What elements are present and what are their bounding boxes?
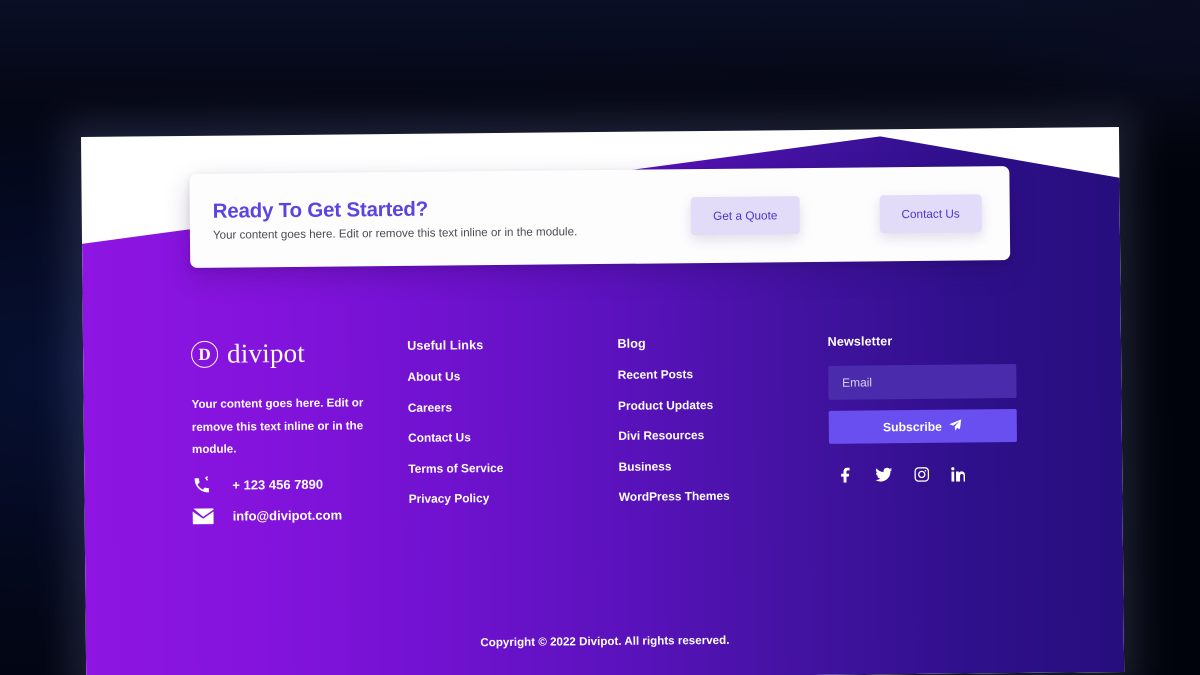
- link-terms-of-service[interactable]: Terms of Service: [408, 459, 618, 475]
- newsletter-heading: Newsletter: [827, 334, 893, 349]
- twitter-icon[interactable]: [874, 467, 892, 482]
- contact-us-button[interactable]: Contact Us: [879, 194, 982, 234]
- link-about-us[interactable]: About Us: [407, 368, 617, 384]
- paper-plane-icon: [949, 418, 962, 434]
- cta-button-group: Get a Quote Contact Us: [690, 194, 1010, 236]
- link-wordpress-themes[interactable]: WordPress Themes: [619, 488, 829, 504]
- link-recent-posts[interactable]: Recent Posts: [618, 366, 828, 382]
- link-divi-resources[interactable]: Divi Resources: [618, 427, 828, 443]
- subscribe-button[interactable]: Subscribe: [828, 409, 1017, 444]
- envelope-icon: [192, 507, 233, 525]
- cta-title: Ready To Get Started?: [212, 197, 429, 223]
- facebook-icon[interactable]: [838, 467, 853, 483]
- link-business[interactable]: Business: [619, 457, 829, 474]
- subscribe-label: Subscribe: [882, 419, 942, 434]
- link-careers[interactable]: Careers: [408, 398, 618, 414]
- cta-card: Ready To Get Started? Your content goes …: [189, 166, 1011, 268]
- website-preview-plate: Ready To Get Started? Your content goes …: [64, 110, 1141, 675]
- logo-circle-d-icon: D: [190, 340, 219, 368]
- email-address: info@divipot.com: [232, 507, 343, 524]
- footer-useful-links-column: Useful Links About Us Careers Contact Us…: [407, 337, 619, 536]
- cta-subtitle: Your content goes here. Edit or remove t…: [212, 225, 578, 242]
- email-contact-row[interactable]: info@divipot.com: [192, 506, 409, 525]
- footer-columns: D divipot Your content goes here. Edit o…: [190, 333, 1023, 538]
- social-links: [829, 466, 1023, 483]
- brand-description: Your content goes here. Edit or remove t…: [191, 396, 364, 457]
- get-a-quote-button[interactable]: Get a Quote: [690, 196, 800, 236]
- logo-wordmark: divipot: [226, 337, 306, 369]
- link-privacy-policy[interactable]: Privacy Policy: [409, 490, 619, 506]
- linkedin-icon[interactable]: [950, 467, 966, 482]
- link-contact-us[interactable]: Contact Us: [408, 429, 618, 445]
- blog-heading: Blog: [617, 336, 646, 351]
- footer-blog-column: Blog Recent Posts Product Updates Divi R…: [617, 335, 829, 534]
- useful-links-heading: Useful Links: [407, 338, 484, 353]
- newsletter-email-input[interactable]: [827, 364, 1017, 400]
- link-product-updates[interactable]: Product Updates: [618, 396, 828, 412]
- phone-contact-row[interactable]: + 123 456 7890: [192, 474, 408, 495]
- instagram-icon[interactable]: [914, 467, 929, 482]
- logo[interactable]: D divipot: [190, 337, 407, 369]
- footer-newsletter-column: Newsletter Subscribe: [828, 333, 1023, 532]
- phone-ringing-icon: [192, 475, 232, 494]
- footer-brand-column: D divipot Your content goes here. Edit o…: [190, 337, 409, 538]
- website-page: Ready To Get Started? Your content goes …: [81, 127, 1125, 675]
- phone-number: + 123 456 7890: [232, 476, 324, 493]
- cta-text-block: Ready To Get Started? Your content goes …: [190, 196, 578, 242]
